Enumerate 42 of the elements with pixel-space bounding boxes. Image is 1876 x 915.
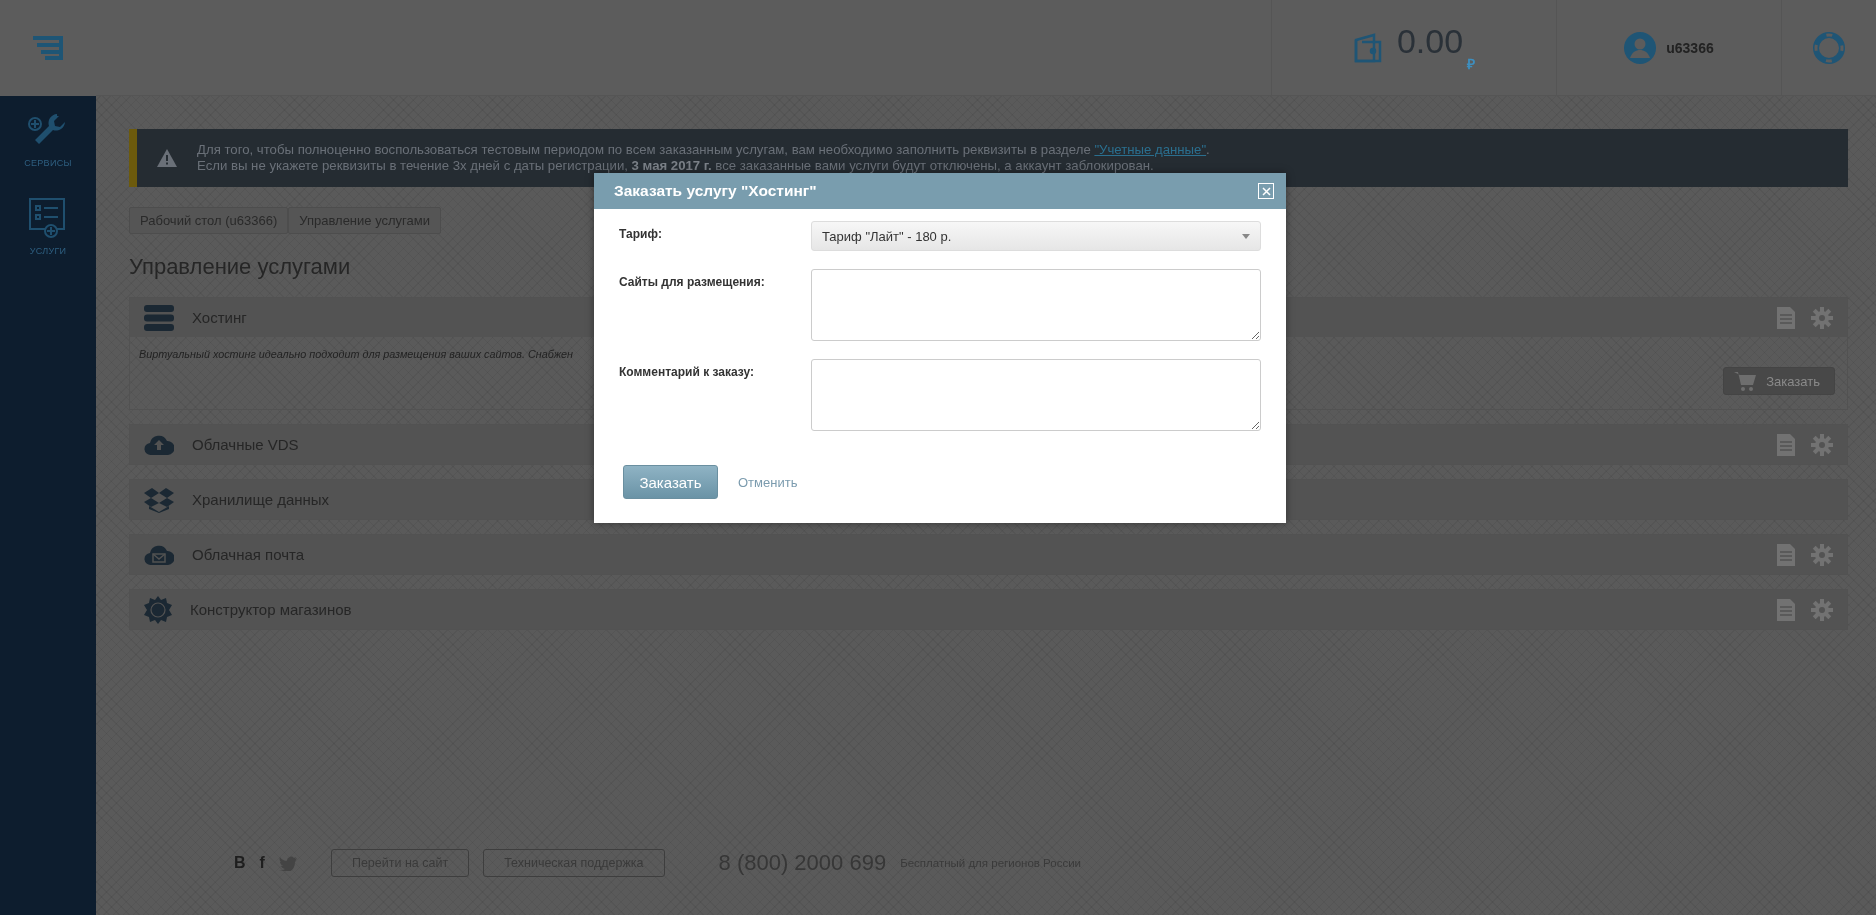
open-box-icon: [144, 486, 174, 513]
cart-icon: [1734, 369, 1757, 393]
field-label: Комментарий к заказу:: [619, 364, 755, 381]
field-label: Тариф:: [619, 226, 663, 243]
sidebar-label: СЕРВИСЫ: [24, 158, 72, 168]
warning-icon: [157, 149, 177, 167]
gear-icon[interactable]: [1811, 306, 1833, 329]
lifebuoy-icon[interactable]: [1812, 30, 1846, 65]
currency-sign: ₽: [1467, 55, 1476, 73]
cloud-envelope-icon: [144, 543, 174, 566]
starburst-badge-icon: [144, 595, 172, 624]
order-button[interactable]: Заказать: [1723, 367, 1835, 395]
account-details-link[interactable]: "Учетные данные": [1094, 142, 1207, 157]
social-link[interactable]: f: [259, 854, 265, 872]
gear-icon[interactable]: [1811, 598, 1833, 621]
text-area-field[interactable]: [811, 269, 1261, 341]
server-stack-icon: [144, 304, 174, 331]
text-area-field[interactable]: [811, 359, 1261, 431]
sidebar-label: УСЛУГИ: [29, 246, 67, 256]
notice-text: Для того, чтобы полноценно воспользоваться тестовым периодом по всем заказанным услугам, вам необходимо заполнить реквизиты в разделе "Учетные данные".: [197, 142, 1210, 158]
caret-icon: [1242, 233, 1250, 239]
dialog-title: Заказать услугу "Хостинг": [614, 182, 817, 200]
document-icon[interactable]: [1777, 543, 1795, 566]
sidebar-item[interactable]: УСЛУГИ: [0, 180, 96, 268]
submit-button[interactable]: Заказать: [623, 465, 718, 499]
field-label: Сайты для размещения:: [619, 274, 766, 291]
notice-text: Если вы не укажете реквизиты в течение 3х дней с даты регистрации, 3 мая 2017 г. все заказанные вами услуги будут отключены, а аккаунт заблокирован.: [197, 158, 1155, 174]
document-icon[interactable]: [1777, 306, 1795, 329]
tariff-dropdown[interactable]: Тариф "Лайт" - 180 р.: [811, 221, 1261, 251]
cloud-upload-icon: [144, 433, 174, 456]
user-avatar-icon[interactable]: [1624, 31, 1657, 64]
close-icon[interactable]: [1258, 183, 1274, 199]
document-icon[interactable]: [1777, 598, 1795, 621]
username[interactable]: u63366: [1666, 39, 1714, 56]
wallet-icon: [1352, 32, 1383, 63]
cancel-link[interactable]: Отменить: [738, 474, 798, 490]
gear-icon[interactable]: [1811, 543, 1833, 566]
logo-icon: [33, 36, 63, 60]
sidebar-item[interactable]: СЕРВИСЫ: [0, 96, 96, 180]
social-link[interactable]: В: [234, 854, 246, 872]
document-icon[interactable]: [1777, 433, 1795, 456]
gear-icon[interactable]: [1811, 433, 1833, 456]
